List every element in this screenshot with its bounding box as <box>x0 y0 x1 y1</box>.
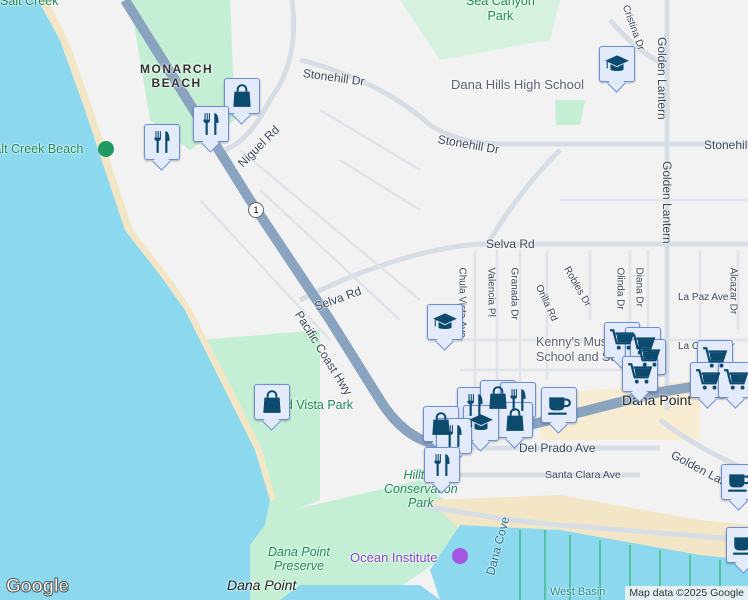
school-icon <box>605 55 629 72</box>
salt-creek-beach-label: Salt Creek Beach <box>0 142 84 156</box>
poi-marker-school[interactable] <box>463 405 499 441</box>
del-prado-ave-label: Del Prado Ave <box>519 441 596 455</box>
poi-marker-restaurant[interactable] <box>144 124 180 160</box>
golden-lantern-label: Golden Lantern <box>660 161 674 244</box>
salt-creek-label: Salt Creek <box>0 0 59 8</box>
school-icon <box>469 414 493 431</box>
school-icon <box>433 313 457 330</box>
stonehill-dr-label: Stonehill Dr <box>704 138 748 152</box>
la-paz-ave-label: La Paz Ave <box>678 292 729 303</box>
poi-marker-school[interactable] <box>599 46 635 82</box>
west-basin-label: West Basin <box>550 586 606 598</box>
restaurant-icon <box>203 113 219 135</box>
poi-marker-cart[interactable] <box>718 362 748 398</box>
poi-marker-cart[interactable] <box>622 356 658 392</box>
dana-hills-high-school-label: Dana Hills High School <box>451 77 584 92</box>
cart-icon <box>628 363 653 384</box>
park-pin-icon <box>98 141 114 157</box>
poi-marker-restaurant[interactable] <box>193 106 229 142</box>
restaurant-icon <box>446 425 462 447</box>
coffee-icon <box>548 397 571 415</box>
restaurant-icon <box>434 454 450 476</box>
google-logo: Google <box>5 576 69 598</box>
poi-marker-shopping-bag[interactable] <box>224 78 260 114</box>
museum-pin-icon <box>452 548 468 564</box>
harbor-water <box>280 585 440 600</box>
diana-dr-label: Diana Dr <box>633 267 645 307</box>
olinda-dr-label: Olinda Dr <box>614 267 626 310</box>
restaurant-icon <box>154 131 170 153</box>
poi-marker-coffee[interactable] <box>726 527 748 563</box>
selva-rd-label: Selva Rd <box>486 237 535 251</box>
shopping-bag-icon <box>233 84 251 107</box>
park-area <box>555 100 585 125</box>
poi-marker-shopping-bag[interactable] <box>254 384 290 420</box>
santa-clara-ave-label: Santa Clara Ave <box>545 469 621 481</box>
poi-marker-cart[interactable] <box>690 362 726 398</box>
dana-point-preserve-label: Dana Point Preserve <box>268 545 330 573</box>
poi-marker-coffee[interactable] <box>721 464 748 500</box>
shopping-bag-icon <box>263 390 281 413</box>
granada-dr-label: Granada Dr <box>508 267 520 320</box>
cart-icon <box>724 369 748 390</box>
coffee-icon <box>728 474 748 492</box>
map-attribution[interactable]: Map data ©2025 Google <box>625 586 748 600</box>
poi-marker-coffee[interactable] <box>541 387 577 423</box>
dana-point-area-label: Dana Point <box>227 577 297 593</box>
poi-marker-restaurant[interactable] <box>436 418 472 454</box>
shopping-bag-icon <box>506 408 524 431</box>
valencia-pl-label: Valencia Pl <box>485 267 497 317</box>
poi-marker-shopping-bag[interactable] <box>497 402 533 438</box>
poi-marker-restaurant[interactable] <box>424 447 460 483</box>
monarch-beach-label: MONARCH BEACH <box>140 62 214 90</box>
ocean-institute-label: Ocean Institute <box>350 550 438 565</box>
sea-canyon-park-label: Sea Canyon Park <box>466 0 535 23</box>
alcazar-dr-label: Alcazar Dr <box>727 267 739 315</box>
coffee-icon <box>733 537 748 555</box>
poi-marker-school[interactable] <box>427 304 463 340</box>
golden-lantern-label: Golden Lantern <box>655 37 669 120</box>
cart-icon <box>696 369 721 390</box>
route-1-shield: 1 <box>248 202 264 218</box>
